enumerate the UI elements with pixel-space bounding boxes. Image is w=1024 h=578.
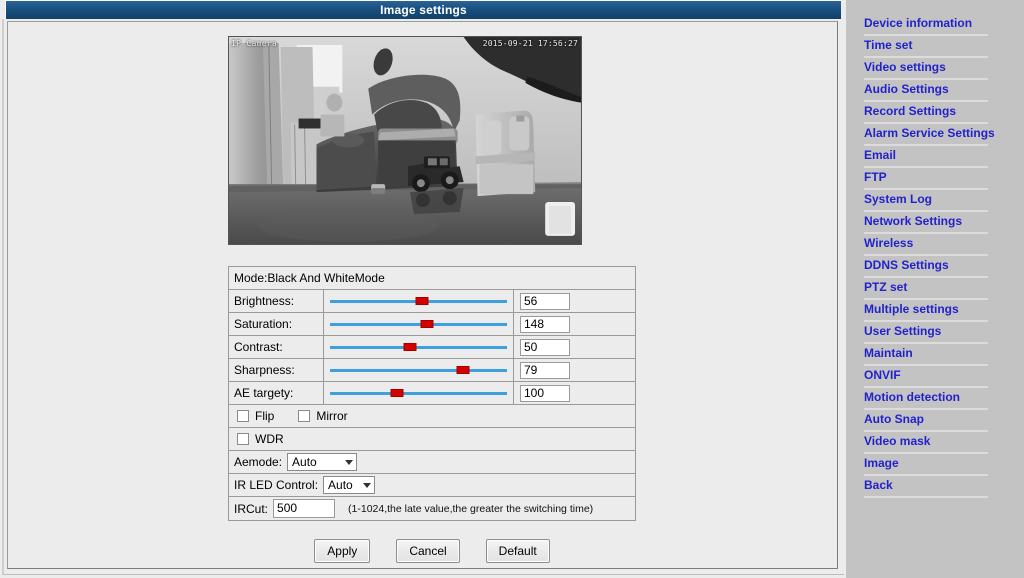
- camera-preview[interactable]: IP Camera 2015-09-21 17:56:27: [228, 36, 582, 245]
- irled-value: Auto: [328, 478, 353, 492]
- wdr-row: WDR: [229, 428, 635, 451]
- slider-rail: [330, 323, 507, 326]
- sidebar-item-back[interactable]: Back: [864, 476, 988, 498]
- page-title: Image settings: [380, 3, 467, 17]
- slider-thumb[interactable]: [403, 343, 417, 351]
- sharpness-input[interactable]: 79: [520, 361, 570, 379]
- image-settings-table: Mode:Black And WhiteMode Brightness: 56 …: [228, 266, 636, 521]
- aemode-select[interactable]: Auto: [287, 453, 358, 471]
- brightness-input[interactable]: 56: [520, 292, 570, 310]
- slider-row-ae-target: AE targety: 100: [229, 382, 635, 405]
- contrast-slider[interactable]: [324, 336, 514, 358]
- sidebar-item-video-mask[interactable]: Video mask: [864, 432, 988, 454]
- sidebar: Device information Time set Video settin…: [846, 0, 1024, 578]
- chevron-down-icon: [363, 482, 372, 488]
- contrast-value-cell: 50: [514, 338, 635, 356]
- sidebar-item-ddns-settings[interactable]: DDNS Settings: [864, 256, 988, 278]
- ae-target-label: AE targety:: [229, 382, 324, 404]
- slider-rail: [330, 369, 507, 372]
- contrast-label: Contrast:: [229, 336, 324, 358]
- slider-thumb[interactable]: [456, 366, 470, 374]
- slider-thumb[interactable]: [390, 389, 404, 397]
- slider-row-sharpness: Sharpness: 79: [229, 359, 635, 382]
- osd-camera-name: IP Camera: [231, 39, 278, 48]
- slider-row-saturation: Saturation: 148: [229, 313, 635, 336]
- mirror-label: Mirror: [316, 409, 348, 423]
- osd-timestamp: 2015-09-21 17:56:27: [482, 39, 578, 48]
- ircut-row: IRCut: 500 (1-1024,the late value,the gr…: [229, 497, 635, 521]
- saturation-input[interactable]: 148: [520, 315, 570, 333]
- slider-rail: [330, 346, 507, 349]
- ae-target-slider[interactable]: [324, 382, 514, 404]
- wdr-checkbox[interactable]: [237, 433, 249, 445]
- sidebar-item-alarm-service-settings[interactable]: Alarm Service Settings: [864, 124, 995, 146]
- sidebar-item-network-settings[interactable]: Network Settings: [864, 212, 988, 234]
- slider-thumb[interactable]: [420, 320, 434, 328]
- ircut-hint: (1-1024,the late value,the greater the s…: [348, 502, 594, 515]
- slider-row-brightness: Brightness: 56: [229, 290, 635, 313]
- sidebar-menu: Device information Time set Video settin…: [864, 14, 995, 498]
- camera-video-frame: [229, 37, 581, 244]
- app-window: Image settings IP Camera 2015-09-21 17:5…: [0, 0, 1024, 578]
- saturation-slider[interactable]: [324, 313, 514, 335]
- aemode-label: Aemode:: [234, 455, 283, 469]
- ae-target-value-cell: 100: [514, 384, 635, 402]
- saturation-value-cell: 148: [514, 315, 635, 333]
- flip-checkbox[interactable]: [237, 410, 249, 422]
- chevron-down-icon: [345, 459, 354, 465]
- action-button-bar: Apply Cancel Default: [228, 539, 636, 563]
- sidebar-item-device-information[interactable]: Device information: [864, 14, 988, 36]
- aemode-row: Aemode: Auto: [229, 451, 635, 474]
- mode-row: Mode:Black And WhiteMode: [229, 267, 635, 290]
- sidebar-item-image[interactable]: Image: [864, 454, 988, 476]
- sidebar-item-motion-detection[interactable]: Motion detection: [864, 388, 988, 410]
- sidebar-item-ptz-set[interactable]: PTZ set: [864, 278, 988, 300]
- main-panel: Image settings IP Camera 2015-09-21 17:5…: [0, 0, 846, 578]
- brightness-slider[interactable]: [324, 290, 514, 312]
- sidebar-item-email[interactable]: Email: [864, 146, 988, 168]
- sharpness-value-cell: 79: [514, 361, 635, 379]
- slider-rail: [330, 392, 507, 395]
- sidebar-item-onvif[interactable]: ONVIF: [864, 366, 988, 388]
- irled-select[interactable]: Auto: [323, 476, 376, 494]
- sidebar-item-ftp[interactable]: FTP: [864, 168, 988, 190]
- slider-row-contrast: Contrast: 50: [229, 336, 635, 359]
- sidebar-item-record-settings[interactable]: Record Settings: [864, 102, 988, 124]
- sidebar-item-multiple-settings[interactable]: Multiple settings: [864, 300, 988, 322]
- brightness-value-cell: 56: [514, 292, 635, 310]
- aemode-value: Auto: [292, 455, 317, 469]
- apply-button[interactable]: Apply: [314, 539, 371, 563]
- sidebar-item-wireless[interactable]: Wireless: [864, 234, 988, 256]
- sidebar-item-audio-settings[interactable]: Audio Settings: [864, 80, 988, 102]
- cancel-button[interactable]: Cancel: [396, 539, 460, 563]
- brightness-label: Brightness:: [229, 290, 324, 312]
- mode-label: Mode:Black And WhiteMode: [234, 271, 385, 285]
- sharpness-label: Sharpness:: [229, 359, 324, 381]
- ircut-label: IRCut:: [234, 501, 269, 516]
- sharpness-slider[interactable]: [324, 359, 514, 381]
- mirror-checkbox[interactable]: [298, 410, 311, 422]
- default-button[interactable]: Default: [485, 539, 550, 563]
- sidebar-item-maintain[interactable]: Maintain: [864, 344, 988, 366]
- ae-target-input[interactable]: 100: [520, 384, 570, 402]
- sidebar-item-auto-snap[interactable]: Auto Snap: [864, 410, 988, 432]
- sidebar-item-system-log[interactable]: System Log: [864, 190, 988, 212]
- window-titlebar: Image settings: [5, 0, 841, 19]
- sidebar-item-time-set[interactable]: Time set: [864, 36, 988, 58]
- saturation-label: Saturation:: [229, 313, 324, 335]
- irled-row: IR LED Control: Auto: [229, 474, 635, 497]
- flip-label: Flip: [255, 409, 275, 423]
- wdr-label: WDR: [255, 432, 284, 446]
- ircut-input[interactable]: 500: [273, 499, 336, 518]
- contrast-input[interactable]: 50: [520, 338, 570, 356]
- flip-mirror-row: Flip Mirror: [229, 405, 635, 428]
- sidebar-item-video-settings[interactable]: Video settings: [864, 58, 988, 80]
- irled-label: IR LED Control:: [234, 478, 319, 492]
- slider-thumb[interactable]: [415, 297, 429, 305]
- sidebar-item-user-settings[interactable]: User Settings: [864, 322, 988, 344]
